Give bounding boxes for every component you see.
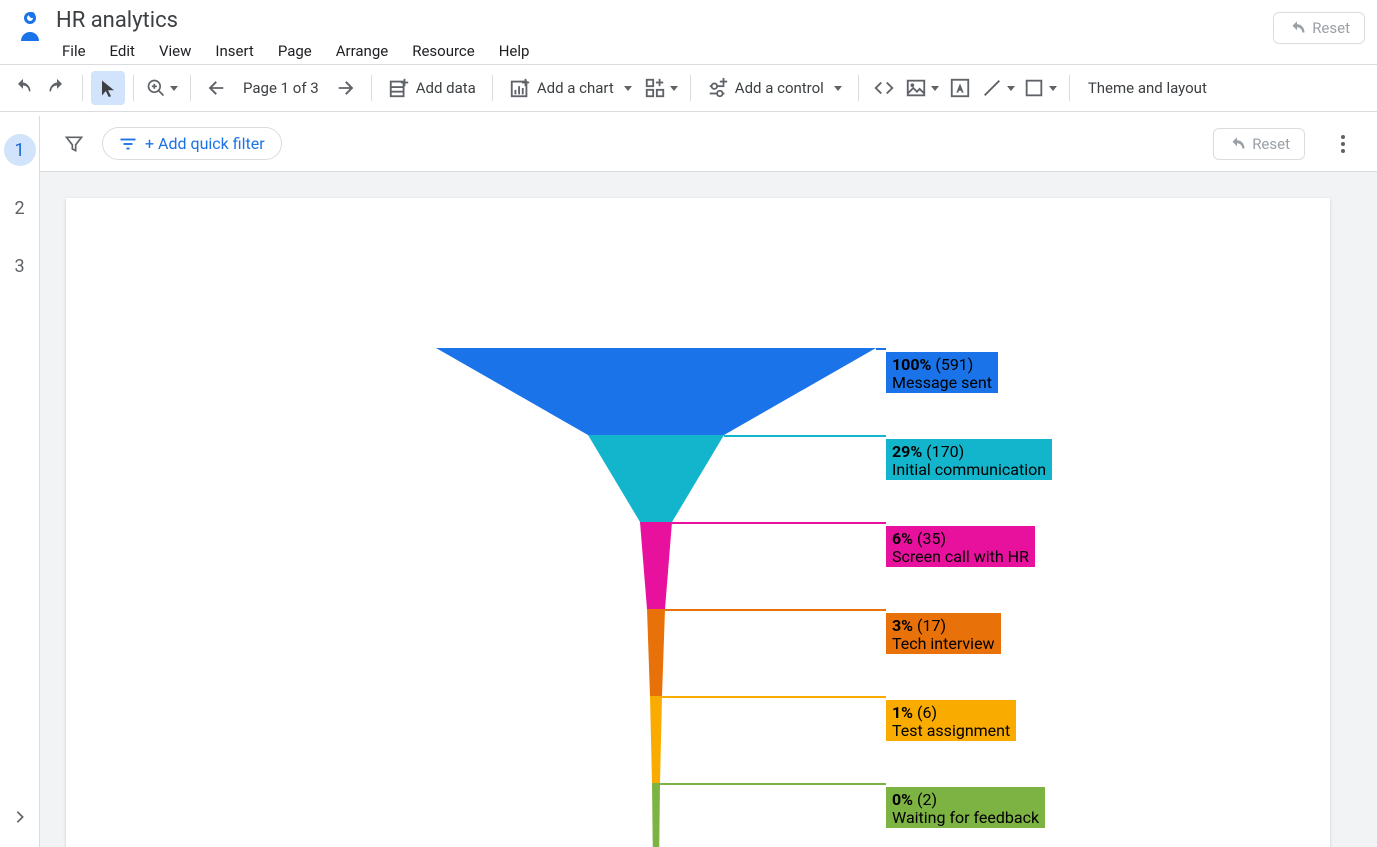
zoom-button[interactable] xyxy=(142,71,182,105)
add-data-icon xyxy=(388,77,410,99)
menu-edit[interactable]: Edit xyxy=(100,38,145,64)
filter-reset-button[interactable]: Reset xyxy=(1213,128,1305,160)
undo-icon xyxy=(1228,137,1246,151)
add-control-button[interactable]: Add a control xyxy=(699,71,850,105)
add-control-label: Add a control xyxy=(735,79,824,97)
add-quick-filter-label: + Add quick filter xyxy=(145,134,265,153)
community-viz-button[interactable] xyxy=(640,71,682,105)
more-menu-button[interactable] xyxy=(1329,135,1357,153)
arrow-left-icon xyxy=(205,77,227,99)
chevron-right-icon xyxy=(12,809,28,825)
undo-icon xyxy=(13,78,33,98)
menu-file[interactable]: File xyxy=(52,38,96,64)
filter-reset-label: Reset xyxy=(1252,135,1290,153)
add-chart-button[interactable]: Add a chart xyxy=(501,71,640,105)
chevron-down-icon xyxy=(1049,86,1057,91)
menu-bar: File Edit View Insert Page Arrange Resou… xyxy=(52,38,1273,64)
community-viz-icon xyxy=(644,77,666,99)
selection-tool-button[interactable] xyxy=(91,71,125,105)
chart-icon xyxy=(509,77,531,99)
canvas[interactable]: 100% (591)Message sent 29% (170)Initial c… xyxy=(40,172,1377,847)
filter-icon[interactable] xyxy=(60,130,88,158)
page-indicator: Page 1 of 3 xyxy=(233,79,329,97)
reset-button[interactable]: Reset xyxy=(1273,12,1365,44)
add-quick-filter-button[interactable]: + Add quick filter xyxy=(102,127,282,160)
undo-icon xyxy=(1288,21,1306,35)
toolbar: Page 1 of 3 Add data Add a chart Add a c… xyxy=(0,64,1377,112)
funnel-stage-label: 1% (6)Test assignment xyxy=(886,700,1016,741)
filter-list-icon xyxy=(119,137,137,151)
line-button[interactable] xyxy=(977,71,1019,105)
funnel-stage-label: 3% (17)Tech interview xyxy=(886,613,1001,654)
chevron-down-icon xyxy=(670,86,678,91)
next-page-button[interactable] xyxy=(329,71,363,105)
chevron-down-icon xyxy=(1007,86,1015,91)
page-thumb-2[interactable]: 2 xyxy=(4,192,36,224)
menu-help[interactable]: Help xyxy=(489,38,540,64)
reset-label: Reset xyxy=(1312,19,1350,37)
add-chart-label: Add a chart xyxy=(537,79,614,97)
chevron-down-icon xyxy=(624,86,632,91)
shape-icon xyxy=(1023,77,1045,99)
funnel-stage-label: 100% (591)Message sent xyxy=(886,352,998,393)
prev-page-button[interactable] xyxy=(199,71,233,105)
looker-studio-logo-icon[interactable] xyxy=(12,8,48,44)
theme-layout-button[interactable]: Theme and layout xyxy=(1078,79,1217,97)
report-page[interactable]: 100% (591)Message sent 29% (170)Initial c… xyxy=(66,198,1330,847)
filter-bar: + Add quick filter Reset xyxy=(40,116,1377,172)
chevron-down-icon xyxy=(834,86,842,91)
control-icon xyxy=(707,77,729,99)
funnel-stage-label: 29% (170)Initial communication xyxy=(886,439,1052,480)
redo-icon xyxy=(47,78,67,98)
text-button[interactable] xyxy=(943,71,977,105)
arrow-right-icon xyxy=(335,77,357,99)
image-icon xyxy=(905,77,927,99)
embed-icon xyxy=(873,77,895,99)
add-data-button[interactable]: Add data xyxy=(380,71,484,105)
page-thumb-1[interactable]: 1 xyxy=(4,134,36,166)
chevron-down-icon xyxy=(170,86,178,91)
redo-button[interactable] xyxy=(40,71,74,105)
zoom-icon xyxy=(146,78,166,98)
menu-resource[interactable]: Resource xyxy=(402,38,485,64)
rail-toggle-button[interactable] xyxy=(4,801,36,833)
funnel-chart[interactable] xyxy=(436,348,876,847)
text-icon xyxy=(949,77,971,99)
funnel-stage-label: 0% (2)Waiting for feedback xyxy=(886,787,1045,828)
undo-button[interactable] xyxy=(6,71,40,105)
document-title[interactable]: HR analytics xyxy=(52,6,1273,36)
image-button[interactable] xyxy=(901,71,943,105)
title-bar: HR analytics File Edit View Insert Page … xyxy=(0,0,1377,64)
shape-button[interactable] xyxy=(1019,71,1061,105)
menu-arrange[interactable]: Arrange xyxy=(326,38,398,64)
url-embed-button[interactable] xyxy=(867,71,901,105)
cursor-icon xyxy=(99,79,117,97)
menu-view[interactable]: View xyxy=(149,38,201,64)
page-rail: 1 2 3 xyxy=(0,116,40,847)
chevron-down-icon xyxy=(931,86,939,91)
menu-insert[interactable]: Insert xyxy=(205,38,263,64)
line-icon xyxy=(981,77,1003,99)
menu-page[interactable]: Page xyxy=(268,38,322,64)
add-data-label: Add data xyxy=(416,79,476,97)
page-thumb-3[interactable]: 3 xyxy=(4,250,36,282)
funnel-stage-label: 6% (35)Screen call with HR xyxy=(886,526,1035,567)
